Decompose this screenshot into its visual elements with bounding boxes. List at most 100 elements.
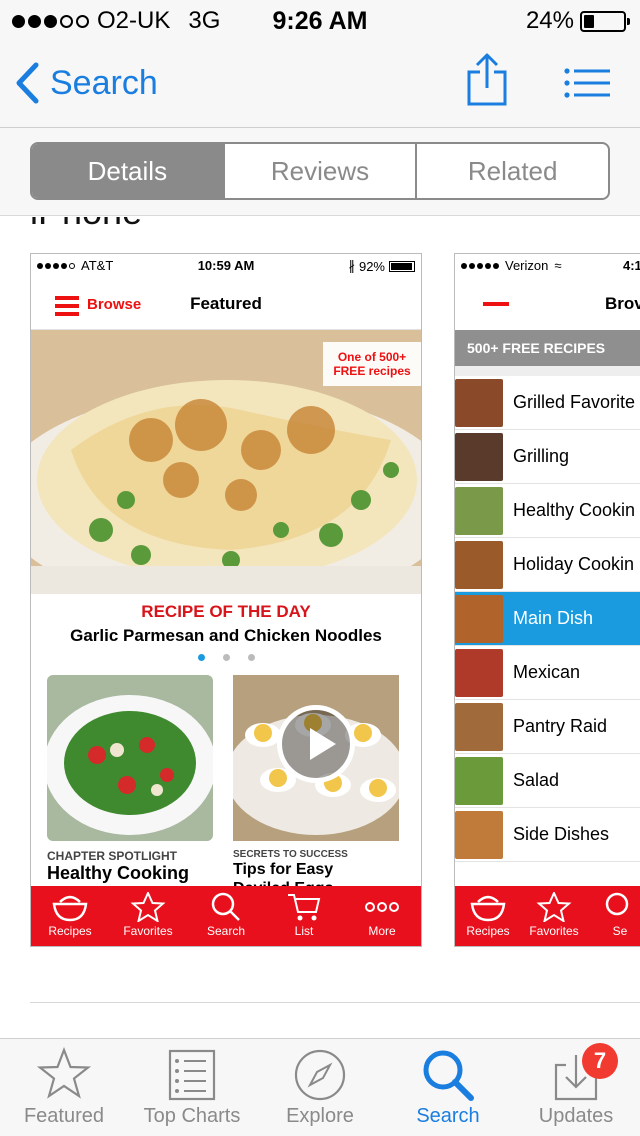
category-label: Healthy Cookin [513,500,636,520]
category-thumbnail [455,648,503,697]
mini-tab-label: Favorites [529,924,579,938]
more-icon [365,902,399,912]
battery-icon [580,10,630,32]
chevron-left-icon [16,62,39,104]
mini-tab-favorites: Favorites [521,886,587,946]
mini-nav: Brov [455,278,640,330]
tile2-title-line-1: Tips for Easy [233,861,334,878]
category-row: Main Dish [455,592,640,646]
category-list: Grilled Favorite Grilling Healthy Cookin Ho… [455,376,640,862]
list-button[interactable] [564,68,610,103]
mini-title: Brov [605,294,640,313]
mini-tab-label: List [294,924,314,938]
recipe-of-day-label: RECIPE OF THE DAY [141,602,311,621]
wifi-icon: ≈ [554,258,562,273]
search-icon [423,1050,474,1101]
search-icon [605,892,629,916]
mini-tab-label: More [368,924,396,938]
category-row: Healthy Cookin [455,484,640,538]
mini-nav: Browse Featured [31,278,421,330]
mini-tab-favorites: Favorites [109,886,187,946]
tab-label: Featured [23,1105,105,1127]
mini-tab-search: Search [187,886,265,946]
category-thumbnail [455,378,503,427]
compass-icon [294,1049,346,1101]
mini-tab-search: Se [587,886,640,946]
tab-label: Explore [286,1105,354,1127]
bowl-icon [470,895,506,922]
category-label: Main Dish [513,608,594,628]
back-button[interactable]: Search [14,62,158,104]
category-thumbnail [455,486,503,535]
app-screenshot-2[interactable]: Verizon ≈ 4:1 Brov 500+ FREE RECIPES Gri… [454,253,640,947]
battery-percent: 24% [525,7,574,34]
device-heading: iPhone [30,217,142,233]
share-button[interactable] [466,52,508,111]
mini-tab-more: More [343,886,421,946]
share-icon [467,53,507,106]
page-indicator [31,654,421,661]
segment-related[interactable]: Related [415,144,608,198]
mini-tab-recipes: Recipes [31,886,109,946]
bluetooth-icon: ∦ [348,258,355,273]
category-row: Mexican [455,646,640,700]
category-row: Side Dishes [455,808,640,862]
tile2-kicker: SECRETS TO SUCCESS [233,849,348,860]
mini-tab-list: List [265,886,343,946]
tab-search[interactable]: Search [384,1039,512,1136]
category-row: Grilled Favorite [455,376,640,430]
app-screenshot-1[interactable]: AT&T 10:59 AM ∦ 92% Browse Featured One … [30,253,422,947]
list-icon [564,68,610,98]
mini-tab-recipes: Recipes [455,886,521,946]
category-thumbnail [455,702,503,751]
segment-reviews[interactable]: Reviews [222,144,416,198]
category-row: Salad [455,754,640,808]
section-divider [30,1002,640,1003]
mini-tab-label: Favorites [123,924,173,938]
category-row: Holiday Cookin [455,538,640,592]
deviled-eggs-image [233,675,399,841]
mini-battery-percent: 92% [358,258,385,274]
category-label: Holiday Cookin [513,554,635,574]
star-icon [536,892,572,922]
app-store-tab-bar: Featured Top Charts Explore Search Updat… [0,1038,640,1136]
mini-tab-bar: Recipes Favorites Search List More [31,886,421,946]
badge-line-1: One of 500+ [337,350,407,364]
search-icon [211,892,240,921]
category-thumbnail [455,810,503,859]
updates-badge: 7 [582,1043,618,1079]
details-content: iPhone AT&T 10:59 AM ∦ 92% Browse Featur… [0,217,640,1037]
badge-line-2: FREE recipes [333,364,411,378]
mini-title: Featured [190,294,262,313]
category-thumbnail [455,594,503,643]
mini-tab-label: Search [206,924,246,938]
tab-featured[interactable]: Featured [0,1039,128,1136]
play-video-icon [277,705,355,783]
list-icon [168,1049,216,1101]
tile1-title: Healthy Cooking [47,863,190,883]
free-recipes-badge: One of 500+ FREE recipes [323,342,421,386]
status-bar: O2-UK 3G 9:26 AM 24% [0,0,640,40]
category-label: Mexican [513,662,581,682]
free-recipes-banner: 500+ FREE RECIPES [455,330,640,366]
tab-label: Top Charts [143,1105,241,1127]
segmented-control: Details Reviews Related [30,142,610,200]
category-row: Pantry Raid [455,700,640,754]
mini-tab-label: Se [612,924,628,938]
tile1-kicker: CHAPTER SPOTLIGHT [47,849,178,863]
recipe-title: Garlic Parmesan and Chicken Noodles [70,626,382,645]
category-label: Pantry Raid [513,716,608,736]
mini-carrier: Verizon [505,258,549,273]
tab-explore[interactable]: Explore [256,1039,384,1136]
secrets-to-success-tile: SECRETS TO SUCCESS Tips for Easy Deviled… [233,675,399,898]
tab-updates[interactable]: Updates 7 [512,1039,640,1136]
star-icon [36,1047,92,1099]
mini-status-bar: AT&T 10:59 AM ∦ 92% [31,254,421,278]
star-icon [130,892,166,922]
category-thumbnail [455,432,503,481]
category-thumbnail [455,756,503,805]
mini-time: 4:1 [623,258,640,273]
tab-top-charts[interactable]: Top Charts [128,1039,256,1136]
segment-details[interactable]: Details [32,144,223,198]
category-label: Salad [513,770,560,790]
